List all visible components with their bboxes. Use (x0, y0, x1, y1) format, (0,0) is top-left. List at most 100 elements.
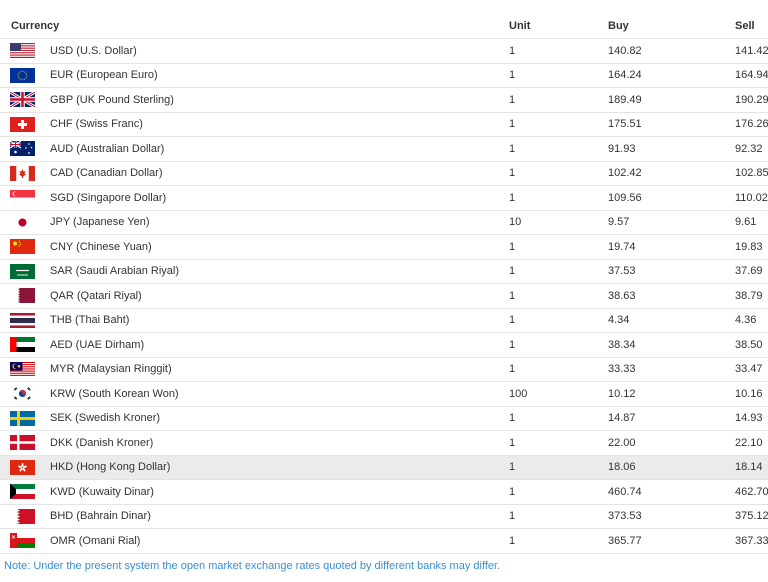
currency-cell: CNY (Chinese Yuan) (0, 234, 509, 260)
table-row: AUD (Australian Dollar) 1 91.93 92.32 (0, 136, 768, 162)
sell-rate-cell: 37.69 (735, 259, 768, 284)
table-row: OMR (Omani Rial) 1 365.77 367.33 (0, 528, 768, 554)
sell-column-header: Sell (735, 13, 768, 39)
unit-cell: 1 (509, 406, 608, 431)
unit-cell: 1 (509, 234, 608, 260)
buy-rate-cell: 14.87 (608, 406, 735, 431)
buy-column-header: Buy (608, 13, 735, 39)
unit-cell: 1 (509, 308, 608, 333)
currency-name: OMR (Omani Rial) (50, 534, 141, 547)
table-row: KWD (Kuwaity Dinar) 1 460.74 462.70 (0, 479, 768, 505)
unit-cell: 100 (509, 381, 608, 407)
exchange-rates-page: Currency Unit Buy Sell USD (U.S. Dollar)… (0, 0, 768, 582)
currency-name: AED (UAE Dirham) (50, 338, 145, 351)
unit-cell: 10 (509, 210, 608, 235)
unit-cell: 1 (509, 332, 608, 358)
table-row: HKD (Hong Kong Dollar) 1 18.06 18.14 (0, 455, 768, 480)
currency-cell: GBP (UK Pound Sterling) (0, 87, 509, 113)
table-row: USD (U.S. Dollar) 1 140.82 141.42 (0, 38, 768, 64)
currency-name: DKK (Danish Kroner) (50, 436, 154, 449)
unit-cell: 1 (509, 357, 608, 382)
currency-name: EUR (European Euro) (50, 69, 158, 82)
table-header-row: Currency Unit Buy Sell (0, 13, 768, 39)
china-flag-icon (10, 239, 35, 255)
buy-rate-cell: 22.00 (608, 430, 735, 456)
currency-name: CHF (Swiss Franc) (50, 118, 143, 131)
sell-rate-cell: 462.70 (735, 479, 768, 505)
currency-name: QAR (Qatari Riyal) (50, 289, 142, 302)
table-row: DKK (Danish Kroner) 1 22.00 22.10 (0, 430, 768, 456)
buy-rate-cell: 9.57 (608, 210, 735, 235)
currency-cell: HKD (Hong Kong Dollar) (0, 455, 509, 480)
currency-cell: AUD (Australian Dollar) (0, 136, 509, 162)
kuwait-flag-icon (10, 484, 35, 500)
unit-cell: 1 (509, 430, 608, 456)
buy-rate-cell: 33.33 (608, 357, 735, 382)
currency-name: JPY (Japanese Yen) (50, 216, 150, 229)
sell-rate-cell: 33.47 (735, 357, 768, 382)
currency-name: THB (Thai Baht) (50, 314, 130, 327)
unit-column-header: Unit (509, 13, 608, 39)
bahrain-flag-icon (10, 508, 35, 524)
sell-rate-cell: 102.85 (735, 161, 768, 186)
table-row: CNY (Chinese Yuan) 1 19.74 19.83 (0, 234, 768, 260)
buy-rate-cell: 365.77 (608, 528, 735, 554)
sell-rate-cell: 18.14 (735, 455, 768, 480)
table-row: THB (Thai Baht) 1 4.34 4.36 (0, 308, 768, 333)
uk-flag-icon (10, 92, 35, 108)
currency-name: GBP (UK Pound Sterling) (50, 93, 174, 106)
currency-name: KWD (Kuwaity Dinar) (50, 485, 154, 498)
currency-name: USD (U.S. Dollar) (50, 44, 137, 57)
buy-rate-cell: 164.24 (608, 63, 735, 88)
unit-cell: 1 (509, 38, 608, 64)
table-row: CHF (Swiss Franc) 1 175.51 176.26 (0, 112, 768, 137)
currency-cell: MYR (Malaysian Ringgit) (0, 357, 509, 382)
malaysia-flag-icon (10, 361, 35, 377)
sell-rate-cell: 141.42 (735, 38, 768, 64)
exchange-rates-table: Currency Unit Buy Sell USD (U.S. Dollar)… (0, 13, 768, 554)
table-row: EUR (European Euro) 1 164.24 164.94 (0, 63, 768, 88)
unit-cell: 1 (509, 185, 608, 211)
sell-rate-cell: 4.36 (735, 308, 768, 333)
saudi-arabia-flag-icon (10, 263, 35, 279)
oman-flag-icon (10, 533, 35, 549)
unit-cell: 1 (509, 112, 608, 137)
unit-cell: 1 (509, 87, 608, 113)
disclaimer-note: Note: Under the present system the open … (4, 560, 501, 572)
sell-rate-cell: 92.32 (735, 136, 768, 162)
buy-rate-cell: 140.82 (608, 38, 735, 64)
currency-name: SEK (Swedish Kroner) (50, 412, 161, 425)
currency-name: KRW (South Korean Won) (50, 387, 179, 400)
table-row: BHD (Bahrain Dinar) 1 373.53 375.12 (0, 504, 768, 529)
unit-cell: 1 (509, 161, 608, 186)
table-row: MYR (Malaysian Ringgit) 1 33.33 33.47 (0, 357, 768, 382)
table-row: AED (UAE Dirham) 1 38.34 38.50 (0, 332, 768, 358)
currency-column-header: Currency (0, 13, 509, 39)
currency-name: CNY (Chinese Yuan) (50, 240, 152, 253)
buy-rate-cell: 37.53 (608, 259, 735, 284)
south-korea-flag-icon (10, 386, 35, 402)
unit-cell: 1 (509, 259, 608, 284)
buy-rate-cell: 189.49 (608, 87, 735, 113)
buy-rate-cell: 373.53 (608, 504, 735, 529)
table-row: GBP (UK Pound Sterling) 1 189.49 190.29 (0, 87, 768, 113)
buy-rate-cell: 460.74 (608, 479, 735, 505)
thailand-flag-icon (10, 312, 35, 328)
currency-name: SGD (Singapore Dollar) (50, 191, 167, 204)
qatar-flag-icon (10, 288, 35, 304)
sell-rate-cell: 190.29 (735, 87, 768, 113)
buy-rate-cell: 18.06 (608, 455, 735, 480)
currency-cell: BHD (Bahrain Dinar) (0, 504, 509, 529)
buy-rate-cell: 91.93 (608, 136, 735, 162)
sweden-flag-icon (10, 410, 35, 426)
sell-rate-cell: 22.10 (735, 430, 768, 456)
currency-cell: KWD (Kuwaity Dinar) (0, 479, 509, 505)
currency-cell: AED (UAE Dirham) (0, 332, 509, 358)
table-row: CAD (Canadian Dollar) 1 102.42 102.85 (0, 161, 768, 186)
sell-rate-cell: 38.50 (735, 332, 768, 358)
currency-cell: DKK (Danish Kroner) (0, 430, 509, 456)
sell-rate-cell: 367.33 (735, 528, 768, 554)
buy-rate-cell: 4.34 (608, 308, 735, 333)
buy-rate-cell: 102.42 (608, 161, 735, 186)
sell-rate-cell: 110.02 (735, 185, 768, 211)
